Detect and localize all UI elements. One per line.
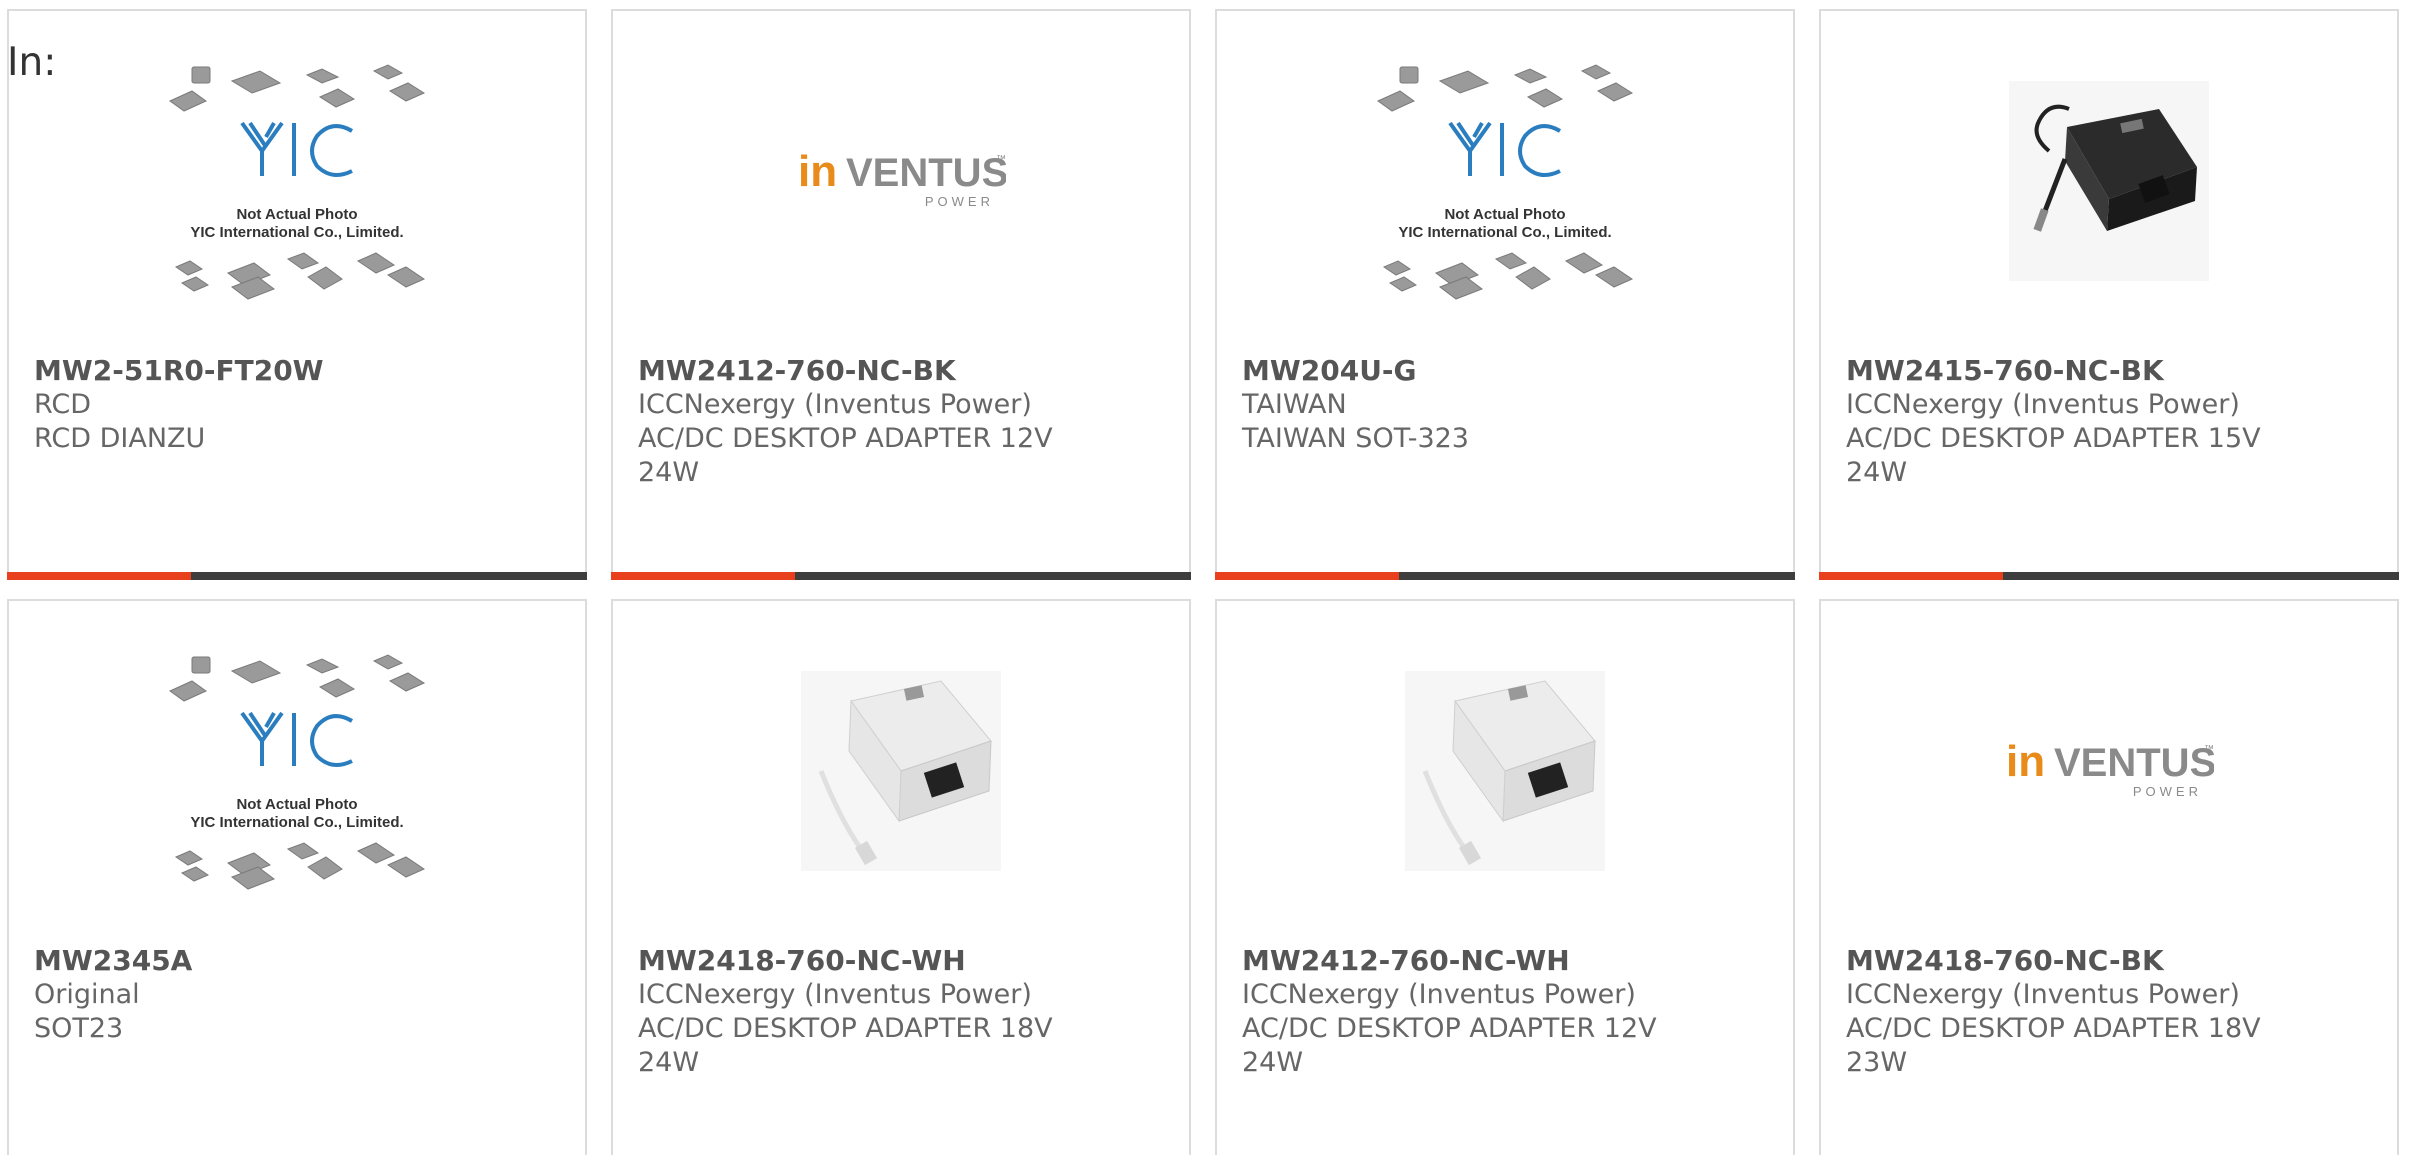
product-card[interactable]: MW2412-760-NC-WH ICCNexergy (Inventus Po… bbox=[1215, 599, 1795, 1155]
description: AC/DC DESKTOP ADAPTER 15V bbox=[1846, 423, 2261, 454]
progress-bar-accent bbox=[1215, 572, 1399, 580]
manufacturer: ICCNexergy (Inventus Power) bbox=[1846, 979, 2240, 1010]
part-number[interactable]: MW2-51R0-FT20W bbox=[34, 354, 570, 388]
yic-placeholder-image: Not Actual Photo YIC International Co., … bbox=[9, 601, 585, 941]
manufacturer: Original bbox=[34, 979, 140, 1010]
part-number[interactable]: MW2418-760-NC-BK bbox=[1846, 944, 2382, 978]
progress-bar bbox=[7, 572, 587, 580]
product-grid: Not Actual Photo YIC International Co., … bbox=[0, 0, 2410, 1155]
part-number[interactable]: MW2345A bbox=[34, 944, 570, 978]
description: AC/DC DESKTOP ADAPTER 12V bbox=[638, 423, 1053, 454]
description: TAIWAN SOT-323 bbox=[1242, 423, 1469, 454]
description-extra: 24W bbox=[638, 1047, 700, 1078]
product-info: MW2412-760-NC-WH ICCNexergy (Inventus Po… bbox=[1242, 944, 1778, 1080]
progress-bar-accent bbox=[7, 572, 191, 580]
svg-text:POWER: POWER bbox=[925, 194, 994, 209]
part-number[interactable]: MW2415-760-NC-BK bbox=[1846, 354, 2382, 388]
manufacturer: ICCNexergy (Inventus Power) bbox=[638, 979, 1032, 1010]
product-info: MW204U-G TAIWAN TAIWAN SOT-323 bbox=[1242, 354, 1778, 456]
progress-bar bbox=[1819, 572, 2399, 580]
part-number[interactable]: MW2412-760-NC-WH bbox=[1242, 944, 1778, 978]
svg-text:™: ™ bbox=[2204, 744, 2214, 755]
manufacturer: RCD bbox=[34, 389, 92, 420]
manufacturer: ICCNexergy (Inventus Power) bbox=[1242, 979, 1636, 1010]
white-adapter-image bbox=[1217, 601, 1793, 941]
product-card[interactable]: Not Actual Photo YIC International Co., … bbox=[1215, 9, 1795, 580]
svg-text:YIC International Co., Limited: YIC International Co., Limited. bbox=[1398, 224, 1611, 241]
svg-text:in: in bbox=[2006, 737, 2045, 786]
svg-text:in: in bbox=[798, 147, 837, 196]
progress-bar-accent bbox=[611, 572, 795, 580]
filter-label: In: bbox=[7, 40, 57, 85]
inventus-logo-image: in VENTUS ™ POWER bbox=[613, 11, 1189, 351]
description-extra: 24W bbox=[638, 457, 700, 488]
part-number[interactable]: MW2412-760-NC-BK bbox=[638, 354, 1174, 388]
white-adapter-image bbox=[613, 601, 1189, 941]
svg-text:™: ™ bbox=[996, 154, 1006, 165]
part-number[interactable]: MW2418-760-NC-WH bbox=[638, 944, 1174, 978]
svg-text:YIC International Co., Limited: YIC International Co., Limited. bbox=[190, 224, 403, 241]
progress-bar bbox=[1215, 572, 1795, 580]
yic-placeholder-image: Not Actual Photo YIC International Co., … bbox=[9, 11, 585, 351]
description-extra: 23W bbox=[1846, 1047, 1908, 1078]
inventus-logo-image: in VENTUS ™ POWER bbox=[1821, 601, 2397, 941]
svg-text:VENTUS: VENTUS bbox=[846, 151, 1006, 195]
svg-text:YIC International Co., Limited: YIC International Co., Limited. bbox=[190, 814, 403, 831]
description-extra: 24W bbox=[1242, 1047, 1304, 1078]
description: RCD DIANZU bbox=[34, 423, 206, 454]
product-card[interactable]: in VENTUS ™ POWER MW2418-760-NC-BK ICCNe… bbox=[1819, 599, 2399, 1155]
description: SOT23 bbox=[34, 1013, 124, 1044]
svg-text:Not Actual Photo: Not Actual Photo bbox=[236, 206, 357, 223]
manufacturer: ICCNexergy (Inventus Power) bbox=[1846, 389, 2240, 420]
description: AC/DC DESKTOP ADAPTER 18V bbox=[1846, 1013, 2261, 1044]
yic-placeholder-image: Not Actual Photo YIC International Co., … bbox=[1217, 11, 1793, 351]
manufacturer: TAIWAN bbox=[1242, 389, 1347, 420]
product-info: MW2345A Original SOT23 bbox=[34, 944, 570, 1046]
progress-bar-accent bbox=[1819, 572, 2003, 580]
manufacturer: ICCNexergy (Inventus Power) bbox=[638, 389, 1032, 420]
product-card[interactable]: Not Actual Photo YIC International Co., … bbox=[7, 9, 587, 580]
product-card[interactable]: MW2415-760-NC-BK ICCNexergy (Inventus Po… bbox=[1819, 9, 2399, 580]
svg-text:POWER: POWER bbox=[2133, 784, 2202, 799]
svg-text:VENTUS: VENTUS bbox=[2054, 741, 2214, 785]
product-info: MW2412-760-NC-BK ICCNexergy (Inventus Po… bbox=[638, 354, 1174, 490]
product-card[interactable]: in VENTUS ™ POWER MW2412-760-NC-BK ICCNe… bbox=[611, 9, 1191, 580]
description: AC/DC DESKTOP ADAPTER 18V bbox=[638, 1013, 1053, 1044]
description: AC/DC DESKTOP ADAPTER 12V bbox=[1242, 1013, 1657, 1044]
product-card[interactable]: Not Actual Photo YIC International Co., … bbox=[7, 599, 587, 1155]
product-info: MW2418-760-NC-WH ICCNexergy (Inventus Po… bbox=[638, 944, 1174, 1080]
product-info: MW2415-760-NC-BK ICCNexergy (Inventus Po… bbox=[1846, 354, 2382, 490]
description-extra: 24W bbox=[1846, 457, 1908, 488]
progress-bar bbox=[611, 572, 1191, 580]
product-card[interactable]: MW2418-760-NC-WH ICCNexergy (Inventus Po… bbox=[611, 599, 1191, 1155]
svg-text:Not Actual Photo: Not Actual Photo bbox=[1444, 206, 1565, 223]
part-number[interactable]: MW204U-G bbox=[1242, 354, 1778, 388]
product-info: MW2-51R0-FT20W RCD RCD DIANZU bbox=[34, 354, 570, 456]
black-adapter-image bbox=[1821, 11, 2397, 351]
product-info: MW2418-760-NC-BK ICCNexergy (Inventus Po… bbox=[1846, 944, 2382, 1080]
svg-text:Not Actual Photo: Not Actual Photo bbox=[236, 796, 357, 813]
